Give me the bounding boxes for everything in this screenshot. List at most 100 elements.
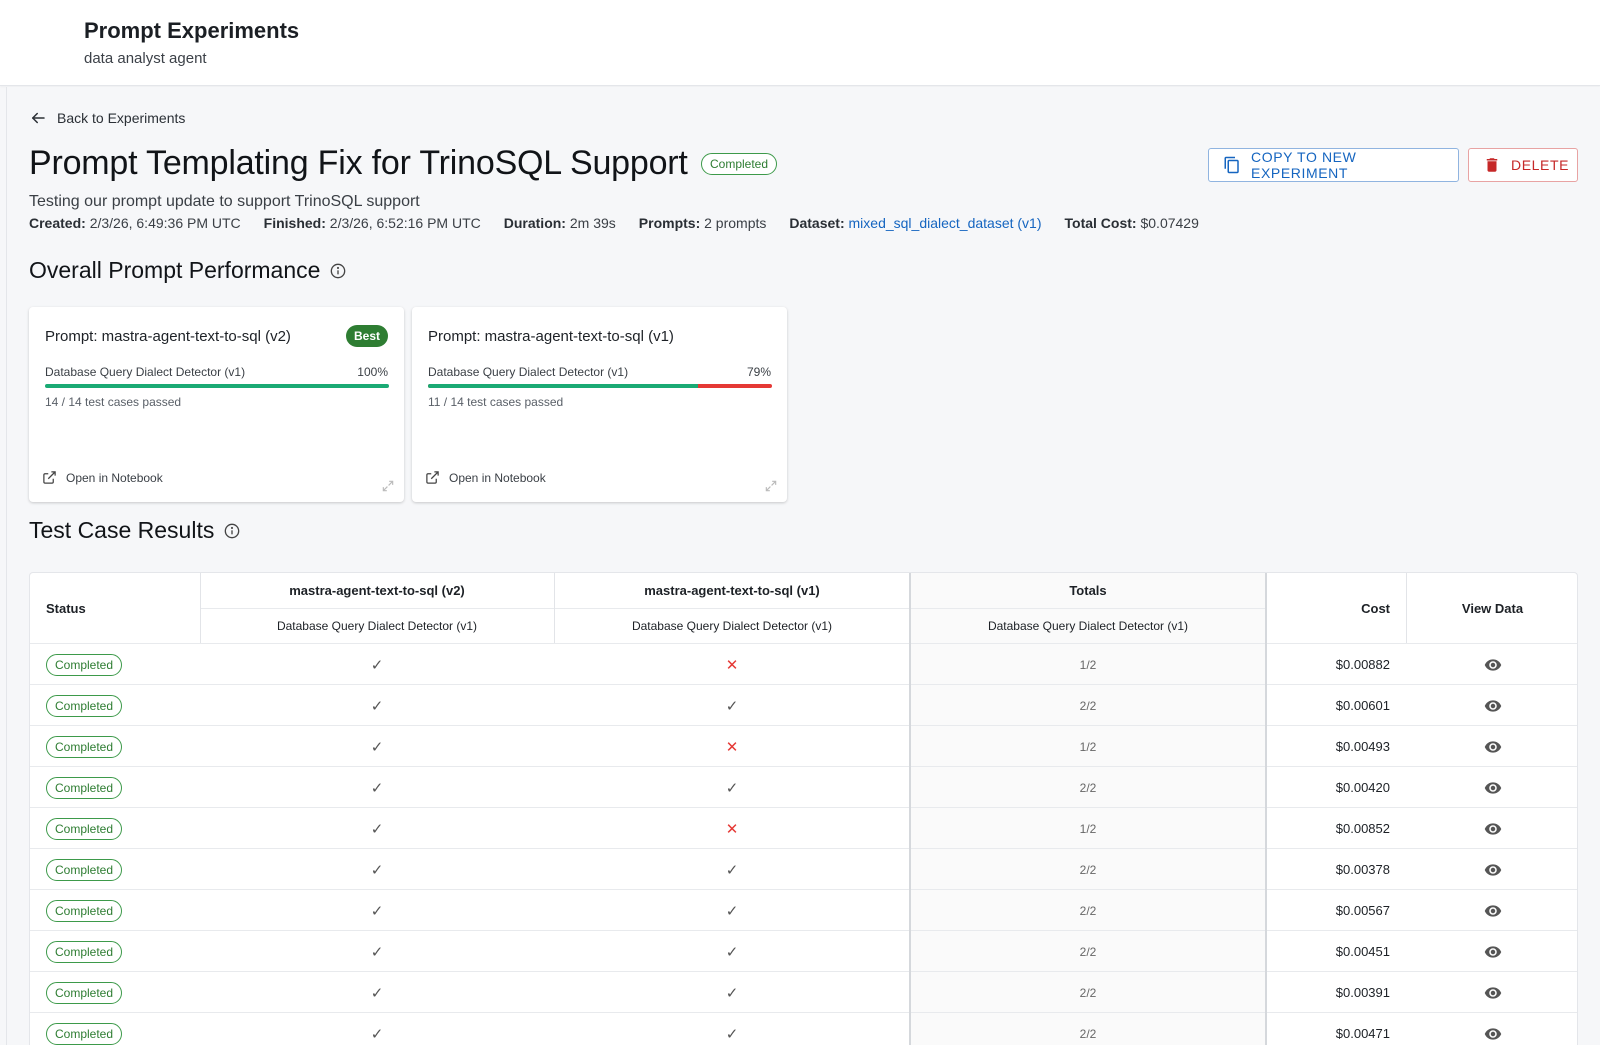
experiment-title: Prompt Templating Fix for TrinoSQL Suppo… [29,144,688,182]
view-data-cell [1406,685,1577,726]
row-status-badge: Completed [46,981,123,1004]
open-in-notebook-link[interactable]: Open in Notebook [42,470,163,485]
meta-dataset-label: Dataset: [789,215,845,231]
eye-icon[interactable] [1484,1025,1502,1043]
row-status-badge: Completed [46,1022,123,1045]
totals-cell: 2/2 [910,767,1266,808]
open-in-notebook-label: Open in Notebook [449,470,546,485]
prompt-card-v1: Prompt: mastra-agent-text-to-sql (v1) Da… [412,307,787,502]
info-icon[interactable] [224,523,240,539]
eye-icon[interactable] [1484,861,1502,879]
totals-cell: 2/2 [910,972,1266,1013]
info-icon[interactable] [330,263,346,279]
trash-icon [1486,158,1498,172]
evaluator-percent: 79% [746,365,771,379]
v1-result-cell: ✕ [725,820,739,838]
meta-duration-value: 2m 39s [569,215,616,231]
table-row: Completed ✓ ✓ 2/2 $0.00471 [30,1012,1577,1045]
results-table: Status mastra-agent-text-to-sql (v2) mas… [29,572,1578,1045]
v2-result-cell: ✓ [370,1025,384,1043]
view-data-cell [1406,726,1577,767]
table-row: Completed ✓ ✓ 2/2 $0.00420 [30,766,1577,808]
v2-result-cell: ✓ [370,861,384,879]
open-in-notebook-link[interactable]: Open in Notebook [425,470,546,485]
cost-cell: $0.00391 [1335,985,1390,1000]
cost-cell: $0.00882 [1335,657,1390,672]
status-cell: Completed [46,685,123,726]
row-status-badge: Completed [46,899,123,922]
v2-result-cell: ✓ [370,656,384,674]
experiment-description: Testing our prompt update to support Tri… [29,193,420,210]
cost-cell: $0.00567 [1335,903,1390,918]
dataset-link[interactable]: mixed_sql_dialect_dataset (v1) [849,215,1042,231]
eye-icon[interactable] [1484,943,1502,961]
cost-cell: $0.00420 [1335,780,1390,795]
view-data-cell [1406,808,1577,849]
app-subtitle: data analyst agent [84,50,207,67]
test-cases-passed: 14 / 14 test cases passed [45,395,182,409]
meta-prompts-label: Prompts: [638,215,701,231]
eye-icon[interactable] [1484,738,1502,756]
pass-rate-bar [45,384,389,388]
meta-created-label: Created: [29,215,86,231]
header-prompt-v2: mastra-agent-text-to-sql (v2) [289,583,465,598]
row-status-badge: Completed [46,817,123,840]
prompt-card-title: Prompt: mastra-agent-text-to-sql (v1) [428,328,674,345]
meta-created: Created: 2/3/26, 6:49:36 PM UTC [29,215,241,231]
header-prompt-v1: mastra-agent-text-to-sql (v1) [644,583,820,598]
meta-total-cost: Total Cost: $0.07429 [1065,215,1199,231]
arrow-left-icon [32,112,45,124]
status-cell: Completed [46,726,123,767]
view-data-cell [1406,931,1577,972]
external-link-icon [43,471,56,484]
header-v1-evaluator: Database Query Dialect Detector (v1) [631,618,833,633]
eye-icon[interactable] [1484,656,1502,674]
expand-icon[interactable] [381,479,395,493]
meta-duration: Duration: 2m 39s [504,215,616,231]
header-status: Status [46,600,86,616]
evaluator-name: Database Query Dialect Detector (v1) [45,365,246,379]
v1-result-cell: ✓ [725,984,739,1002]
eye-icon[interactable] [1484,697,1502,715]
eye-icon[interactable] [1484,779,1502,797]
external-link-icon [426,471,439,484]
view-data-cell [1406,849,1577,890]
status-cell: Completed [46,931,123,972]
header-totals: Totals [1069,583,1107,598]
column-divider [1265,573,1267,1045]
totals-cell: 2/2 [910,1013,1266,1045]
delete-button-label: DELETE [1511,157,1570,173]
copy-button-label: COPY TO NEW EXPERIMENT [1251,149,1357,181]
column-divider [200,573,201,643]
back-to-experiments-link[interactable]: Back to Experiments [29,109,185,127]
row-status-badge: Completed [46,940,123,963]
expand-icon[interactable] [764,479,778,493]
status-cell: Completed [46,808,123,849]
v2-result-cell: ✓ [370,943,384,961]
meta-prompts: Prompts: 2 prompts [639,215,767,231]
experiment-meta: Created: 2/3/26, 6:49:36 PM UTC Finished… [29,215,1199,231]
meta-prompts-value: 2 prompts [704,215,767,231]
v1-result-cell: ✓ [725,779,739,797]
header-v2-evaluator: Database Query Dialect Detector (v1) [276,618,478,633]
meta-finished: Finished: 2/3/26, 6:52:16 PM UTC [264,215,481,231]
header-divider [200,608,1266,609]
table-row: Completed ✓ ✓ 2/2 $0.00378 [30,848,1577,890]
totals-cell: 2/2 [910,931,1266,972]
delete-button[interactable]: DELETE [1468,148,1578,182]
test-case-results-heading: Test Case Results [29,517,240,544]
eye-icon[interactable] [1484,984,1502,1002]
copy-to-new-experiment-button[interactable]: COPY TO NEW EXPERIMENT [1208,148,1459,182]
meta-created-value: 2/3/26, 6:49:36 PM UTC [89,215,241,231]
eye-icon[interactable] [1484,820,1502,838]
totals-cell: 2/2 [910,849,1266,890]
header-cost: Cost [1361,600,1390,616]
row-status-badge: Completed [46,776,123,799]
meta-duration-label: Duration: [503,215,566,231]
status-cell: Completed [46,767,123,808]
view-data-cell [1406,890,1577,931]
cost-cell: $0.00852 [1335,821,1390,836]
v1-result-cell: ✓ [725,697,739,715]
column-divider [909,573,911,1045]
eye-icon[interactable] [1484,902,1502,920]
